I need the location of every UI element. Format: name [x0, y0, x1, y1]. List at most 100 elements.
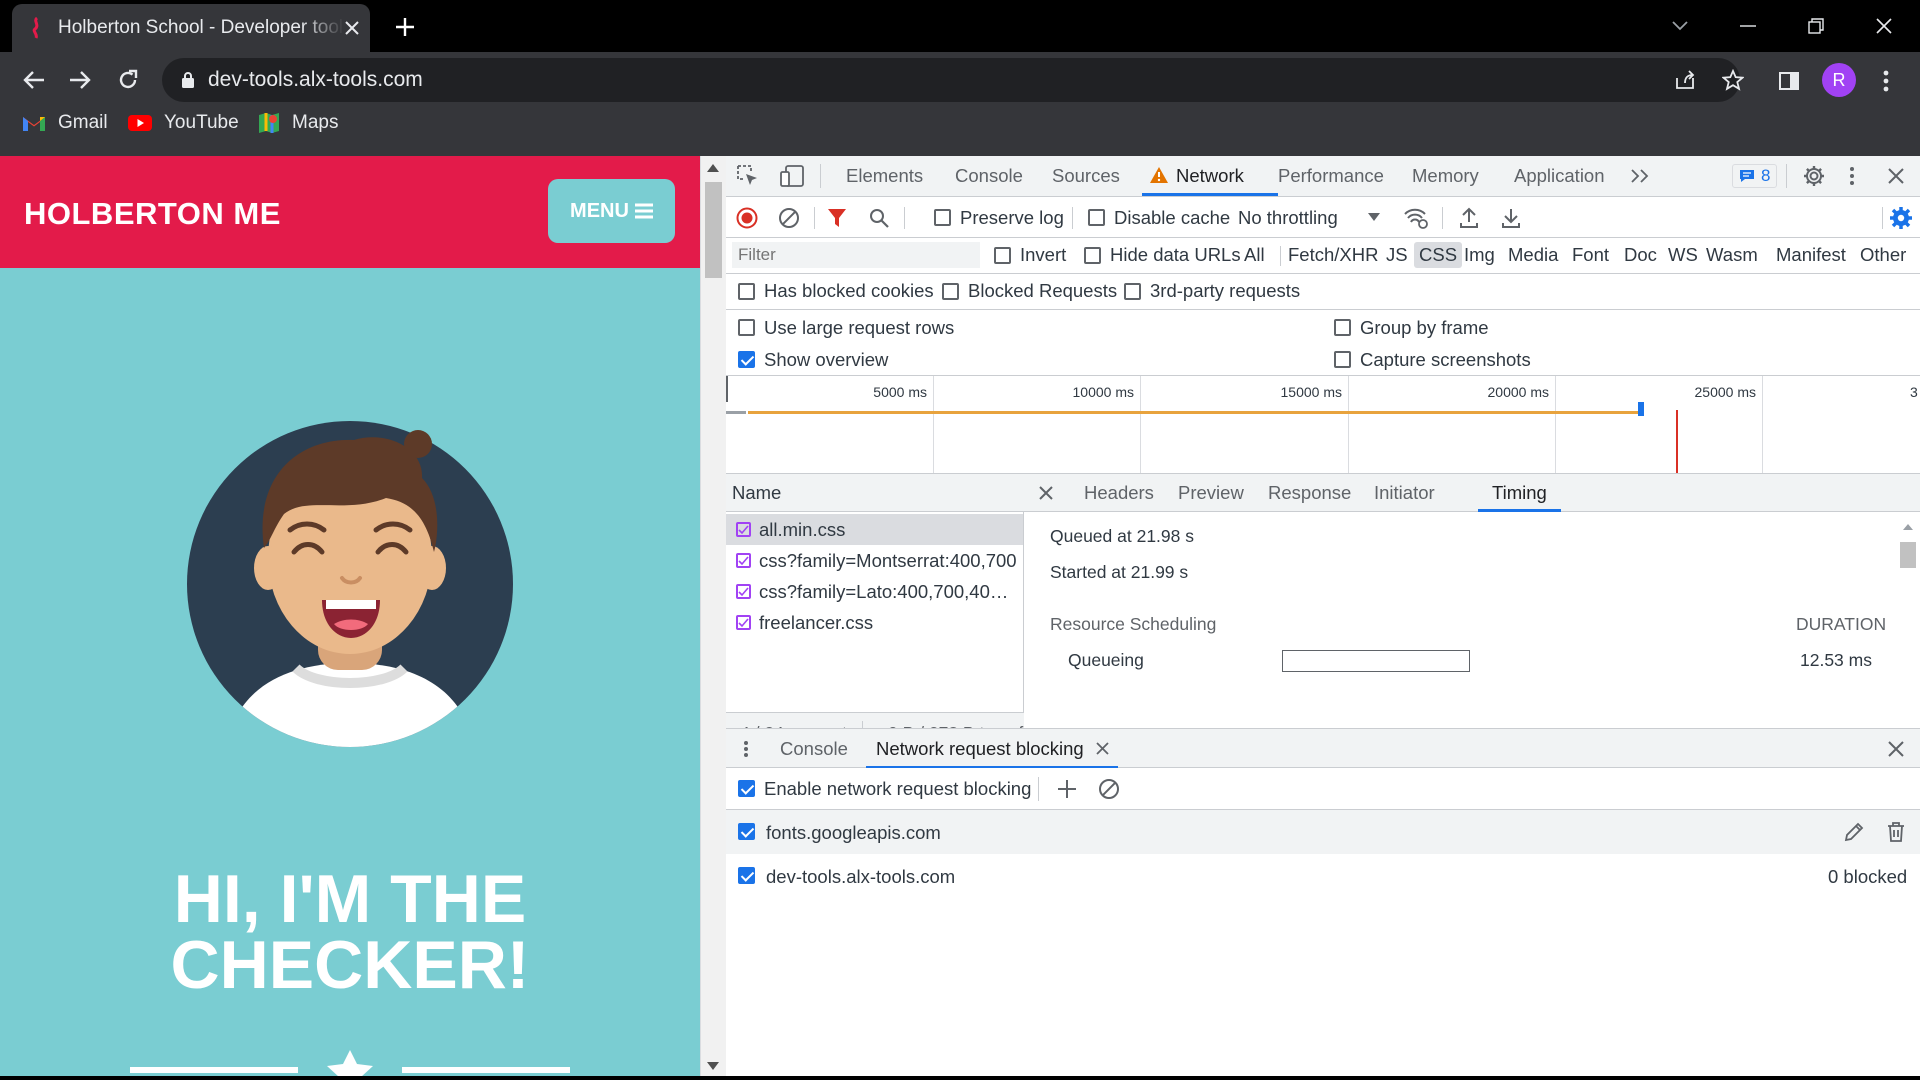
blocked-pattern-row[interactable]: dev-tools.alx-tools.com 0 blocked — [726, 854, 1920, 898]
tab-network[interactable]: Network — [1142, 156, 1278, 196]
page-scrollbar[interactable] — [700, 156, 726, 1080]
import-har-icon[interactable] — [1456, 205, 1482, 231]
filter-funnel-icon[interactable] — [824, 205, 850, 231]
scroll-thumb[interactable] — [705, 182, 722, 278]
third-party-checkbox[interactable] — [1124, 283, 1141, 300]
bookmark-maps[interactable]: Maps — [258, 112, 338, 134]
clear-icon[interactable] — [776, 205, 802, 231]
tab-application[interactable]: Application — [1514, 156, 1605, 196]
forward-icon[interactable] — [62, 62, 98, 98]
type-filter-css[interactable]: CSS — [1414, 242, 1463, 268]
tab-elements[interactable]: Elements — [846, 156, 923, 196]
close-detail-icon[interactable] — [1036, 483, 1056, 503]
type-filter-js[interactable]: JS — [1386, 238, 1408, 272]
dropdown-arrow-icon[interactable] — [1366, 209, 1382, 225]
show-overview-checkbox[interactable] — [738, 351, 755, 368]
pattern-checkbox[interactable] — [738, 823, 755, 840]
hide-data-urls-checkbox[interactable] — [1084, 247, 1101, 264]
detail-tab-preview[interactable]: Preview — [1178, 474, 1244, 512]
request-row[interactable]: css?family=Lato:400,700,400italic,700ita… — [726, 576, 1023, 607]
delete-trash-icon[interactable] — [1884, 820, 1908, 844]
tab-memory[interactable]: Memory — [1412, 156, 1479, 196]
type-filter-manifest[interactable]: Manifest — [1776, 238, 1846, 272]
detail-scroll-thumb[interactable] — [1900, 542, 1916, 568]
drawer-tab-request-blocking[interactable]: Network request blocking — [866, 729, 1118, 769]
export-har-icon[interactable] — [1498, 205, 1524, 231]
type-filter-all[interactable]: All — [1244, 238, 1265, 272]
more-tabs-icon[interactable] — [1626, 162, 1654, 190]
inspect-element-icon[interactable] — [734, 162, 762, 190]
request-row[interactable]: all.min.css — [726, 514, 1023, 545]
record-stop-icon[interactable] — [734, 205, 760, 231]
request-row[interactable]: freelancer.css — [726, 607, 1023, 638]
detail-tab-initiator[interactable]: Initiator — [1374, 474, 1435, 512]
request-row[interactable]: css?family=Montserrat:400,700 — [726, 545, 1023, 576]
back-icon[interactable] — [16, 62, 52, 98]
bookmark-star-icon[interactable] — [1722, 69, 1744, 91]
enable-blocking-checkbox[interactable] — [738, 780, 755, 797]
tab-sources[interactable]: Sources — [1052, 156, 1120, 196]
issues-badge[interactable]: 8 — [1732, 164, 1778, 188]
close-tab-icon[interactable] — [344, 20, 360, 36]
scroll-up-icon[interactable] — [707, 164, 719, 172]
preserve-log-checkbox[interactable] — [934, 209, 951, 226]
type-filter-img[interactable]: Img — [1464, 238, 1495, 272]
search-icon[interactable] — [866, 205, 892, 231]
share-icon[interactable] — [1674, 70, 1696, 90]
browser-menu-icon[interactable] — [1872, 64, 1900, 98]
close-devtools-icon[interactable] — [1882, 162, 1910, 190]
site-title[interactable]: HOLBERTON ME — [24, 196, 281, 232]
type-filter-fetch-xhr[interactable]: Fetch/XHR — [1288, 238, 1378, 272]
address-bar[interactable]: dev-tools.alx-tools.com — [162, 58, 1744, 102]
type-filter-media[interactable]: Media — [1508, 238, 1558, 272]
tab-search-icon[interactable] — [1658, 8, 1702, 44]
detail-scrollbar[interactable] — [1897, 514, 1919, 754]
tab-console[interactable]: Console — [955, 156, 1023, 196]
tab-performance[interactable]: Performance — [1278, 156, 1384, 196]
detail-tab-headers[interactable]: Headers — [1084, 474, 1154, 512]
type-filter-ws[interactable]: WS — [1668, 238, 1698, 272]
bookmark-gmail[interactable]: Gmail — [22, 112, 108, 134]
throttling-select[interactable]: No throttling — [1238, 207, 1338, 229]
close-drawer-tab-icon[interactable] — [1096, 742, 1109, 755]
invert-checkbox[interactable] — [994, 247, 1011, 264]
large-rows-checkbox[interactable] — [738, 319, 755, 336]
type-filter-font[interactable]: Font — [1572, 238, 1609, 272]
disable-cache-checkbox[interactable] — [1088, 209, 1105, 226]
capture-screenshots-checkbox[interactable] — [1334, 351, 1351, 368]
network-overview[interactable]: 5000 ms 10000 ms 15000 ms 20000 ms 25000… — [726, 376, 1920, 474]
menu-button[interactable]: MENU — [548, 179, 675, 243]
minimize-icon[interactable] — [1726, 8, 1770, 44]
network-settings-gear-icon[interactable] — [1888, 205, 1914, 231]
type-filter-wasm[interactable]: Wasm — [1706, 238, 1758, 272]
bookmark-youtube[interactable]: YouTube — [128, 112, 239, 134]
reload-icon[interactable] — [110, 62, 146, 98]
devtools-menu-icon[interactable] — [1842, 162, 1862, 190]
profile-avatar[interactable]: R — [1822, 63, 1856, 97]
remove-all-patterns-icon[interactable] — [1096, 776, 1122, 802]
scroll-down-icon[interactable] — [707, 1062, 719, 1070]
device-toolbar-icon[interactable] — [778, 162, 806, 190]
blocked-requests-checkbox[interactable] — [942, 283, 959, 300]
new-tab-icon[interactable] — [390, 12, 420, 42]
side-panel-icon[interactable] — [1772, 64, 1806, 98]
detail-tab-response[interactable]: Response — [1268, 474, 1351, 512]
browser-tab[interactable]: Holberton School - Developer tools — [12, 4, 370, 52]
name-column-header[interactable]: Name — [726, 474, 1024, 512]
has-blocked-cookies-checkbox[interactable] — [738, 283, 755, 300]
edit-pencil-icon[interactable] — [1842, 820, 1866, 844]
close-window-icon[interactable] — [1862, 8, 1906, 44]
close-drawer-icon[interactable] — [1886, 739, 1906, 759]
filter-input[interactable] — [732, 242, 980, 268]
pattern-checkbox[interactable] — [738, 867, 755, 884]
drawer-tab-console[interactable]: Console — [780, 729, 848, 769]
restore-icon[interactable] — [1794, 8, 1838, 44]
settings-gear-icon[interactable] — [1800, 162, 1828, 190]
group-by-frame-checkbox[interactable] — [1334, 319, 1351, 336]
add-pattern-icon[interactable] — [1054, 776, 1080, 802]
type-filter-doc[interactable]: Doc — [1624, 238, 1657, 272]
network-conditions-icon[interactable] — [1402, 205, 1430, 231]
blocked-pattern-row[interactable]: fonts.googleapis.com — [726, 810, 1920, 854]
detail-tab-timing[interactable]: Timing — [1478, 474, 1561, 512]
drawer-menu-icon[interactable] — [736, 737, 756, 761]
